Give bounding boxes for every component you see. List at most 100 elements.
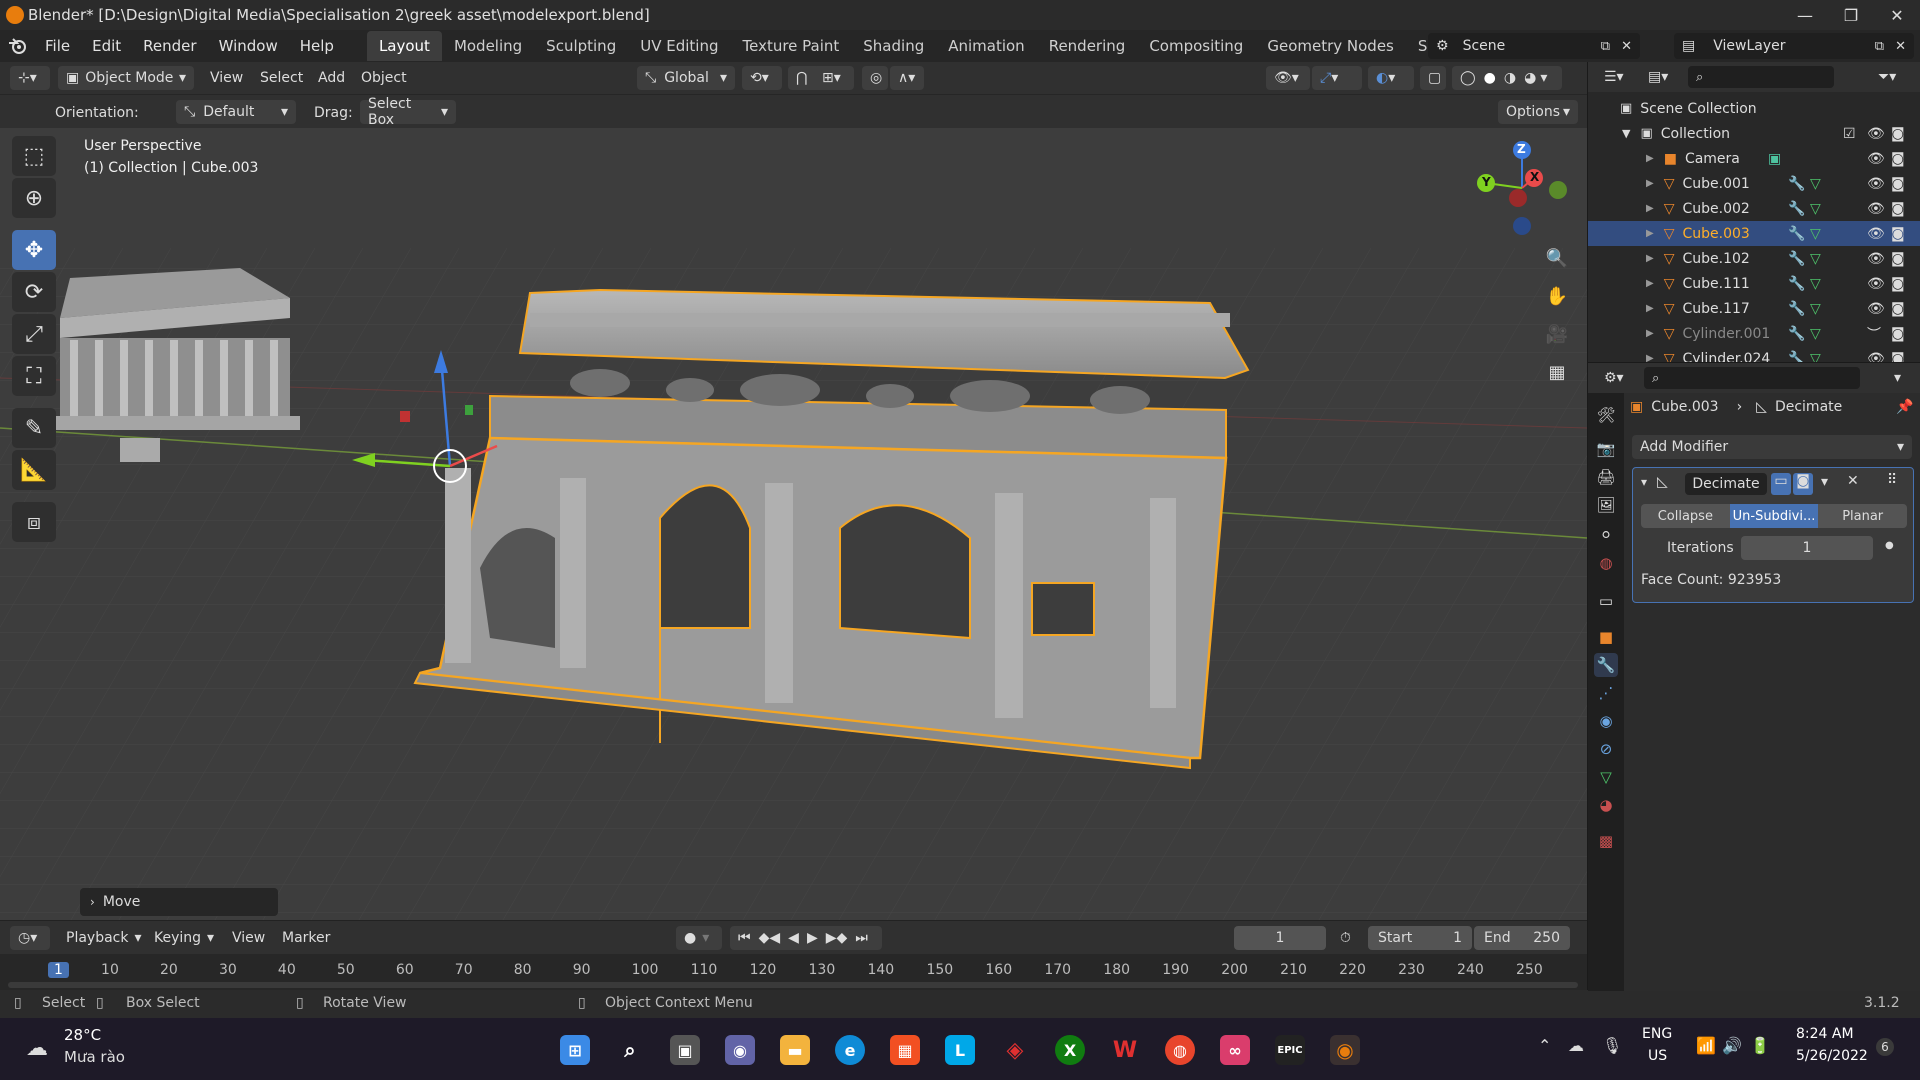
preview-range-toggle[interactable]: ⏱ [1332,926,1362,950]
scale-tool[interactable]: ⤢ [12,314,56,354]
edge-browser-icon[interactable]: e [835,1035,865,1065]
mesh-data-icon[interactable]: ▽ [1810,251,1821,267]
eye-icon[interactable]: 👁 [1867,251,1885,267]
chrome-icon[interactable]: ◍ [1165,1035,1195,1065]
mesh-data-icon[interactable]: ▽ [1810,301,1821,317]
battery-icon[interactable]: 🔋 [1750,1036,1770,1055]
outliner-scene-collection[interactable]: ▣ Scene Collection [1588,96,1920,121]
next-keyframe-icon[interactable]: ▶◆ [826,930,848,946]
expand-right-icon[interactable]: ▶ [1646,228,1654,239]
mode-unsubdivide-button[interactable]: Un-Subdivi... [1729,504,1819,528]
tab-shading[interactable]: Shading [851,31,936,61]
camera-view-button[interactable]: 🎥 [1541,318,1573,350]
transform-orientation-dropdown[interactable]: ⤡ Global ▾ [637,66,735,90]
camera-render-icon[interactable]: ◙ [1891,226,1905,242]
rotate-tool[interactable]: ⟳ [12,272,56,312]
snap-target-button[interactable]: ⊞▾ [814,66,854,90]
menu-file[interactable]: File [34,37,81,55]
expand-right-icon[interactable]: ▶ [1646,278,1654,289]
viewport-display-toggle[interactable]: ▭ [1771,473,1791,495]
modifier-wrench-icon[interactable]: 🔧 [1788,276,1805,292]
expand-down-icon[interactable]: ▼ [1622,127,1630,140]
xbox-icon[interactable]: X [1055,1035,1085,1065]
task-view-icon[interactable]: ▣ [670,1035,700,1065]
filter-button[interactable]: ⏷▾ [1870,65,1910,89]
menu-window[interactable]: Window [208,37,289,55]
drag-dropdown[interactable]: Select Box ▾ [360,96,456,128]
menu-object[interactable]: Object [361,70,407,86]
remove-scene-icon[interactable]: ✕ [1621,39,1632,54]
mesh-data-icon[interactable]: ▽ [1810,226,1821,242]
outliner-item[interactable]: ▶ ▽ Cube.002 🔧 ▽ 👁 ◙ [1588,196,1920,221]
mesh-data-icon[interactable]: ▽ [1810,276,1821,292]
expand-right-icon[interactable]: ▶ [1646,253,1654,264]
collection-tab[interactable]: ▭ [1594,589,1618,613]
jump-end-icon[interactable]: ⏭ [855,930,868,946]
tab-layout[interactable]: Layout [366,31,442,61]
menu-render[interactable]: Render [132,37,207,55]
select-box-tool[interactable]: ⬚ [12,136,56,176]
eye-icon[interactable]: 👁 [1867,176,1885,192]
mode-planar-button[interactable]: Planar [1818,504,1908,528]
tab-sculpting[interactable]: Sculpting [534,31,628,61]
object-tab[interactable]: ■ [1594,625,1618,649]
outliner-search-input[interactable]: ⌕ [1688,66,1834,88]
material-tab[interactable]: ◕ [1594,793,1618,817]
eye-closed-icon[interactable]: ︶ [1867,324,1881,344]
microsoft-store-icon[interactable]: ▦ [890,1035,920,1065]
expand-right-icon[interactable]: ▶ [1646,203,1654,214]
orientation-settings-dropdown[interactable]: ⤡ Default ▾ [176,100,296,124]
lang-bottom[interactable]: US [1648,1048,1667,1064]
modifier-tab[interactable]: 🔧 [1594,653,1618,677]
modifier-wrench-icon[interactable]: 🔧 [1788,176,1805,192]
physics-tab[interactable]: ◉ [1594,709,1618,733]
transform-tool[interactable]: ⛶ [12,356,56,396]
menu-select[interactable]: Select [260,70,303,86]
proportional-edit-toggle[interactable]: ◎ [862,66,888,90]
mesh-data-icon[interactable]: ▽ [1810,201,1821,217]
camera-render-icon[interactable]: ◙ [1891,151,1905,167]
eye-icon[interactable]: 👁 [1867,151,1885,167]
lang-top[interactable]: ENG [1642,1026,1672,1042]
view-layer-tab[interactable]: 🖼 [1594,493,1618,517]
weather-temp[interactable]: 28°C [64,1026,101,1044]
notification-badge[interactable]: 6 [1876,1038,1894,1056]
outliner-collection[interactable]: ▼ ▣ Collection ☑ 👁 ◙ [1588,121,1920,146]
wifi-icon[interactable]: 📶 [1696,1036,1716,1055]
zoom-button[interactable]: 🔍 [1541,242,1573,274]
constraints-tab[interactable]: ⊘ [1594,737,1618,761]
collection-checkbox[interactable]: ☑ [1843,126,1856,142]
tab-uv-editing[interactable]: UV Editing [628,31,730,61]
menu-add[interactable]: Add [318,70,345,86]
collapse-chevron-icon[interactable]: ▾ [1641,475,1647,489]
add-modifier-dropdown[interactable]: Add Modifier ▾ [1632,435,1912,459]
add-cube-tool[interactable]: ⧈ [12,502,56,542]
eye-icon[interactable]: 👁 [1867,126,1885,142]
timeline-editor-type-button[interactable]: ◷▾ [10,926,50,950]
blender-menu-icon[interactable] [0,30,34,62]
camera-render-icon[interactable]: ◙ [1891,201,1905,217]
viewport-scene[interactable] [0,128,1587,920]
expand-right-icon[interactable]: ▶ [1646,153,1654,164]
clock-time[interactable]: 8:24 AM [1796,1026,1854,1042]
tab-compositing[interactable]: Compositing [1137,31,1255,61]
modifier-wrench-icon[interactable]: 🔧 [1788,251,1805,267]
3d-viewport[interactable]: User Perspective (1) Collection | Cube.0… [0,128,1587,920]
start-frame-field[interactable]: Start 1 [1368,926,1472,950]
remove-viewlayer-icon[interactable]: ✕ [1895,39,1906,54]
epic-games-icon[interactable]: EPIC [1275,1035,1305,1065]
maximize-button[interactable]: ❐ [1828,0,1874,30]
pan-button[interactable]: ✋ [1541,280,1573,312]
search-icon[interactable]: ⌕ [615,1035,645,1065]
creative-cloud-icon[interactable]: ∞ [1220,1035,1250,1065]
chevron-down-icon[interactable]: ▾ [1894,370,1901,386]
drag-handle-icon[interactable]: ⠿ [1887,472,1897,488]
camera-render-icon[interactable]: ◙ [1891,176,1905,192]
navigation-gizmo[interactable]: Z Y X [1472,138,1572,238]
data-tab[interactable]: ▽ [1594,765,1618,789]
properties-editor-type[interactable]: ⚙▾ [1596,366,1636,390]
file-explorer-icon[interactable]: ▬ [780,1035,810,1065]
speaker-icon[interactable]: 🔊 [1722,1036,1742,1055]
keyframe-dot-icon[interactable]: ● [1885,540,1894,551]
menu-view[interactable]: View [210,70,243,86]
